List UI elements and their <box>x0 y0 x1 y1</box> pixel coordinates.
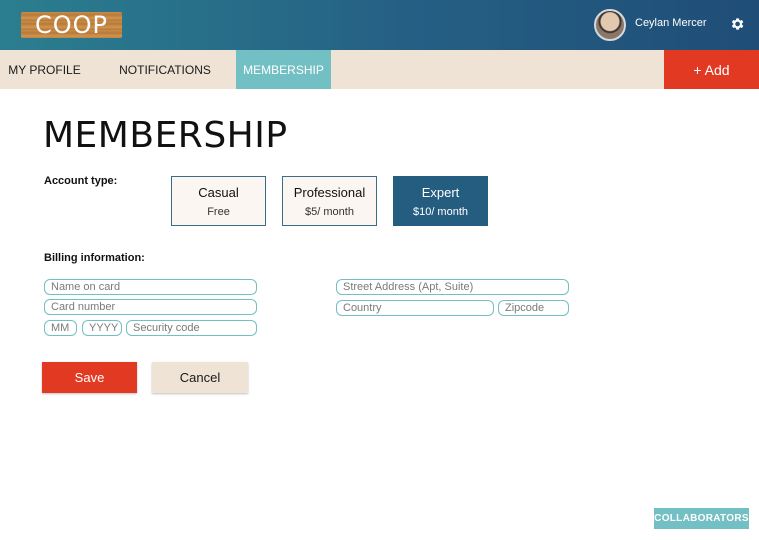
billing-information-label: Billing information: <box>44 252 145 264</box>
user-name[interactable]: Ceylan Mercer <box>635 17 707 29</box>
plan-expert[interactable]: Expert $10/ month <box>393 176 488 226</box>
plan-name: Casual <box>198 184 239 200</box>
coop-logo[interactable]: COOP <box>21 12 122 38</box>
plan-casual[interactable]: Casual Free <box>171 176 266 226</box>
plan-name: Expert <box>421 184 460 200</box>
add-button[interactable]: + Add <box>664 50 759 89</box>
expiry-year-field[interactable] <box>82 320 122 336</box>
tab-notifications[interactable]: NOTIFICATIONS <box>110 50 220 89</box>
plan-price: Free <box>207 205 230 218</box>
country-field[interactable] <box>336 300 494 316</box>
gear-icon[interactable] <box>729 16 745 32</box>
page-title: MEMBERSHIP <box>43 115 288 156</box>
account-type-label: Account type: <box>44 175 118 187</box>
security-code-field[interactable] <box>126 320 257 336</box>
plan-price: $5/ month <box>305 205 354 218</box>
card-number-field[interactable] <box>44 299 257 315</box>
tab-membership[interactable]: MEMBERSHIP <box>236 50 331 89</box>
street-address-field[interactable] <box>336 279 569 295</box>
logo-text: COOP <box>34 11 108 39</box>
plan-professional[interactable]: Professional $5/ month <box>282 176 377 226</box>
plan-price: $10/ month <box>412 205 469 218</box>
app-header: COOP Ceylan Mercer <box>0 0 759 50</box>
tab-my-profile[interactable]: MY PROFILE <box>0 50 89 89</box>
name-on-card-field[interactable] <box>44 279 257 295</box>
expiry-month-field[interactable] <box>44 320 77 336</box>
user-avatar[interactable] <box>594 9 626 41</box>
nav-bar: MY PROFILE NOTIFICATIONS MEMBERSHIP <box>0 50 759 89</box>
cancel-button[interactable]: Cancel <box>152 362 248 393</box>
collaborators-button[interactable]: COLLABORATORS <box>654 508 749 529</box>
zipcode-field[interactable] <box>498 300 569 316</box>
plan-name: Professional <box>293 184 366 200</box>
save-button[interactable]: Save <box>42 362 137 393</box>
